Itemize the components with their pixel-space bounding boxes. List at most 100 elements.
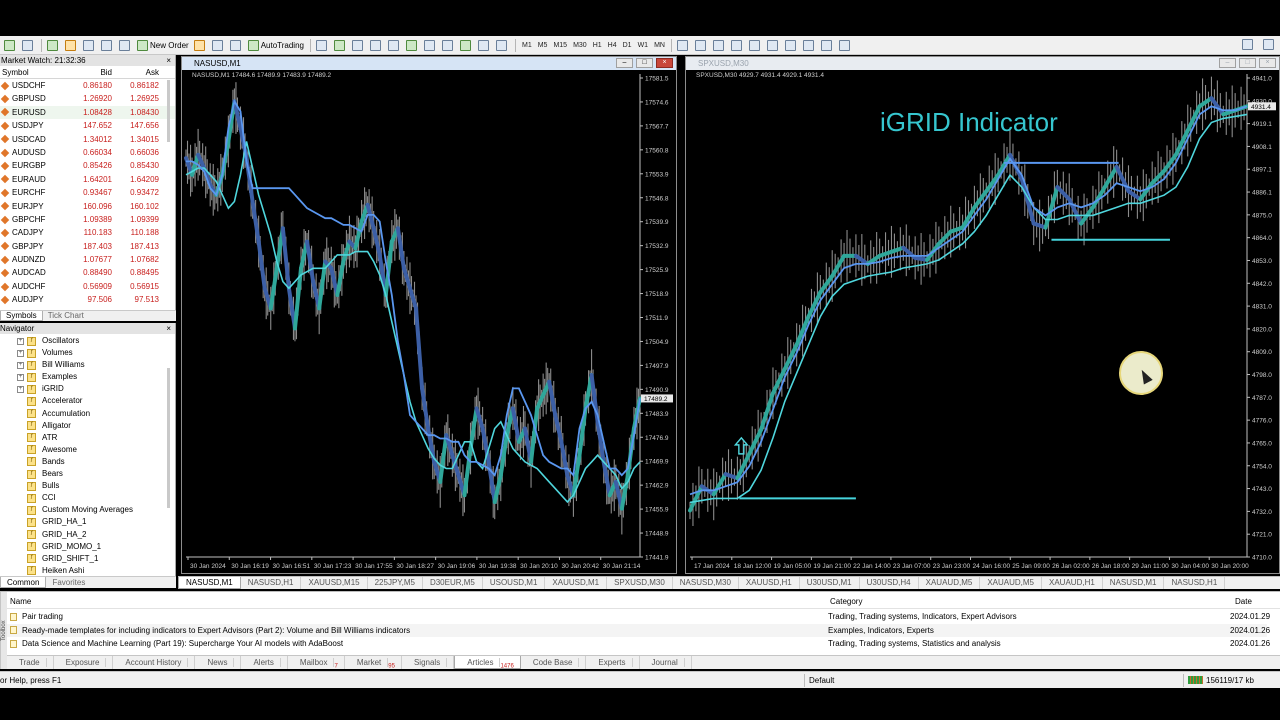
chart-tab[interactable]: XAUAUD,H1 — [1042, 577, 1103, 589]
navigator-item[interactable]: f Awesome — [0, 444, 175, 456]
toolbox-tab[interactable]: Mailbox 7 — [288, 656, 345, 670]
new-chart-button[interactable] — [2, 37, 19, 53]
market-watch-row[interactable]: EURAUD 1.64201 1.64209 — [0, 173, 175, 186]
terminal-button[interactable] — [99, 37, 116, 53]
chart-tab[interactable]: NASUSD,H1 — [1164, 577, 1226, 589]
spxusd-chart[interactable]: 4941.04930.04919.14908.14897.14886.14875… — [686, 70, 1279, 573]
toolbox-tab[interactable]: Alerts — [241, 656, 288, 669]
market-watch-scrollbar[interactable] — [167, 80, 170, 142]
market-watch-row[interactable]: GBPCHF 1.09389 1.09399 — [0, 213, 175, 226]
expand-icon[interactable]: + — [17, 373, 24, 381]
market-watch-row[interactable]: AUDCHF 0.56909 0.56915 — [0, 280, 175, 293]
market-watch-row[interactable]: EURUSD 1.08428 1.08430 — [0, 105, 175, 120]
tab-tick-chart[interactable]: Tick Chart — [43, 311, 89, 321]
market-watch-row[interactable]: AUDCAD 0.88490 0.88495 — [0, 266, 175, 279]
article-row[interactable]: Pair trading Trading, Trading systems, In… — [7, 610, 1270, 624]
timeframe-m15[interactable]: M15 — [550, 42, 570, 49]
timeframe-h1[interactable]: H1 — [590, 42, 605, 49]
navigator-item[interactable]: + f Bill Williams — [0, 359, 175, 371]
expand-icon[interactable]: + — [17, 337, 24, 345]
navigator-item[interactable]: f Bulls — [0, 480, 175, 492]
navigator-item[interactable]: + f iGRID — [0, 383, 175, 395]
market-watch-button[interactable] — [45, 37, 62, 53]
close-icon[interactable]: × — [1259, 58, 1276, 68]
col-bid[interactable]: Bid — [68, 66, 112, 78]
toolbox-tab[interactable]: Trade — [7, 656, 54, 669]
metaeditor-button[interactable] — [192, 37, 209, 53]
market-watch-row[interactable]: USDJPY 147.652 147.656 — [0, 119, 175, 132]
market-watch-row[interactable]: GBPUSD 1.26920 1.26925 — [0, 92, 175, 105]
auto-trading-button[interactable]: AutoTrading — [246, 37, 306, 53]
navigator-item[interactable]: f Alligator — [0, 420, 175, 432]
timeframe-m5[interactable]: M5 — [535, 42, 551, 49]
candlestick-button[interactable] — [332, 37, 349, 53]
timeframe-m1[interactable]: M1 — [519, 42, 535, 49]
horizontal-line-button[interactable] — [729, 37, 746, 53]
chart-tab[interactable]: NASUSD,M1 — [1103, 577, 1165, 589]
expand-icon[interactable]: + — [17, 349, 24, 357]
navigator-button[interactable] — [81, 37, 98, 53]
chart-tab[interactable]: SPXUSD,M30 — [607, 577, 673, 589]
vps-button[interactable] — [228, 37, 245, 53]
toolbox-tab[interactable]: Experts — [586, 656, 640, 669]
maximize-icon[interactable]: □ — [1239, 58, 1256, 68]
article-row[interactable]: Ready-made templates for including indic… — [7, 623, 1270, 637]
chart-tab[interactable]: D30EUR,M5 — [423, 577, 483, 589]
timeframe-w1[interactable]: W1 — [635, 42, 652, 49]
line-chart-button[interactable] — [350, 37, 367, 53]
indicators-button[interactable] — [458, 37, 475, 53]
navigator-item[interactable]: f ATR — [0, 432, 175, 444]
chart-title-bar[interactable]: NASUSD,M1 – □ × — [182, 57, 676, 70]
toolbox-tab[interactable]: Code Base — [521, 656, 587, 669]
maximize-icon[interactable]: □ — [636, 58, 653, 68]
minimize-icon[interactable]: – — [1219, 58, 1236, 68]
minimize-icon[interactable]: – — [616, 58, 633, 68]
crosshair-button[interactable] — [693, 37, 710, 53]
new-order-button[interactable]: New Order — [135, 37, 191, 53]
col-date[interactable]: Date — [1235, 595, 1252, 609]
market-watch-row[interactable]: EURCHF 0.93467 0.93472 — [0, 186, 175, 199]
text-tool-button[interactable] — [801, 37, 818, 53]
navigator-scrollbar[interactable] — [167, 368, 170, 508]
navigator-item[interactable]: f Bears — [0, 468, 175, 480]
chart-shift-button[interactable] — [440, 37, 457, 53]
options-button[interactable] — [210, 37, 227, 53]
toolbox-tab[interactable]: Journal — [640, 656, 692, 669]
close-icon[interactable]: × — [166, 323, 171, 334]
nasusd-chart[interactable]: 17581.5 17574.6 17567.7 17560.8 17553.9 17546… — [182, 70, 676, 573]
market-watch-row[interactable]: USDCAD 1.34012 1.34015 — [0, 133, 175, 146]
chart-window-nasusd-m1[interactable]: NASUSD,M1 – □ × NASUSD,M1 17484.6 17489.… — [181, 56, 677, 574]
vertical-line-button[interactable] — [711, 37, 728, 53]
chart-tab[interactable]: XAUAUD,M5 — [919, 577, 981, 589]
chart-title-bar[interactable]: SPXUSD,M30 – □ × — [686, 57, 1279, 70]
close-icon[interactable]: × — [166, 55, 171, 66]
label-tool-button[interactable] — [819, 37, 836, 53]
account-icon[interactable] — [1263, 39, 1274, 50]
col-ask[interactable]: Ask — [112, 66, 159, 78]
templates-button[interactable] — [494, 37, 511, 53]
article-row[interactable]: Data Science and Machine Learning (Part … — [7, 637, 1270, 651]
trendline-button[interactable] — [747, 37, 764, 53]
timeframe-d1[interactable]: D1 — [620, 42, 635, 49]
chart-tab[interactable]: USOUSD,M1 — [483, 577, 546, 589]
market-watch-row[interactable]: AUDNZD 1.07677 1.07682 — [0, 253, 175, 266]
zoom-in-button[interactable] — [368, 37, 385, 53]
navigator-item[interactable]: f GRID_HA_2 — [0, 529, 175, 541]
navigator-item[interactable]: + f Oscillators — [0, 335, 175, 347]
navigator-item[interactable]: f GRID_HA_1 — [0, 516, 175, 528]
expand-icon[interactable]: + — [17, 385, 24, 393]
navigator-item[interactable]: f GRID_MOMO_1 — [0, 541, 175, 553]
col-category[interactable]: Category — [830, 595, 862, 609]
toolbox-tab[interactable]: Account History — [113, 656, 196, 669]
timeframe-h4[interactable]: H4 — [605, 42, 620, 49]
chart-tab[interactable]: NASUSD,M1 — [178, 577, 241, 589]
market-watch-row[interactable]: AUDJPY 97.506 97.513 — [0, 293, 175, 306]
navigator-item[interactable]: f CCI — [0, 492, 175, 504]
chart-tab[interactable]: XAUUSD,H1 — [739, 577, 800, 589]
col-symbol[interactable]: Symbol — [0, 66, 68, 78]
fibonacci-button[interactable] — [783, 37, 800, 53]
navigator-item[interactable]: f Custom Moving Averages — [0, 504, 175, 516]
tab-favorites[interactable]: Favorites — [46, 577, 91, 588]
chart-tab[interactable]: NASUSD,H1 — [241, 577, 302, 589]
shapes-button[interactable] — [837, 37, 854, 53]
